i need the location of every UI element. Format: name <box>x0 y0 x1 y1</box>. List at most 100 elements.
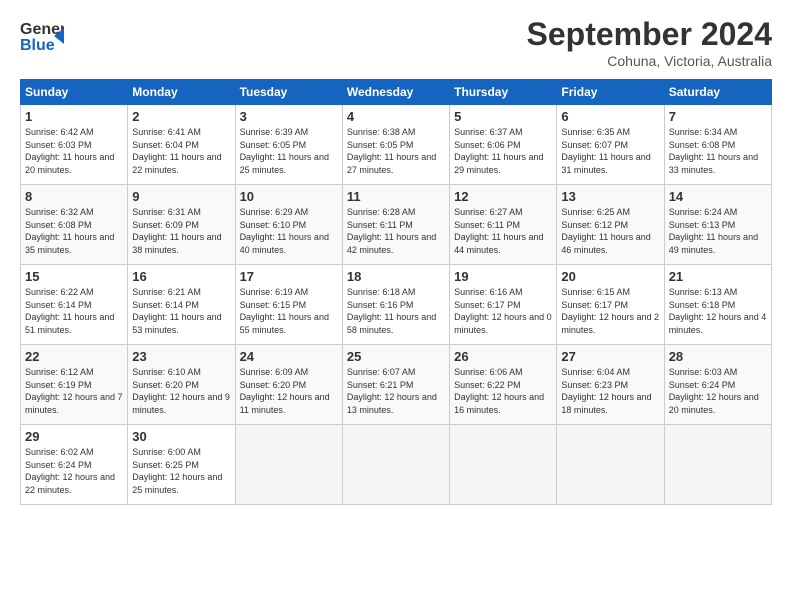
day-info: Sunrise: 6:39 AMSunset: 6:05 PMDaylight:… <box>240 126 338 176</box>
day-number: 27 <box>561 349 659 364</box>
day-info: Sunrise: 6:21 AMSunset: 6:14 PMDaylight:… <box>132 286 230 336</box>
calendar-cell: 9 Sunrise: 6:31 AMSunset: 6:09 PMDaylight… <box>128 185 235 265</box>
day-info: Sunrise: 6:37 AMSunset: 6:06 PMDaylight:… <box>454 126 552 176</box>
day-number: 11 <box>347 189 445 204</box>
day-info: Sunrise: 6:16 AMSunset: 6:17 PMDaylight:… <box>454 286 552 336</box>
day-number: 23 <box>132 349 230 364</box>
day-info: Sunrise: 6:07 AMSunset: 6:21 PMDaylight:… <box>347 366 445 416</box>
day-info: Sunrise: 6:35 AMSunset: 6:07 PMDaylight:… <box>561 126 659 176</box>
calendar-table: Sunday Monday Tuesday Wednesday Thursday… <box>20 79 772 505</box>
page: General Blue September 2024 Cohuna, Vict… <box>0 0 792 612</box>
col-tuesday: Tuesday <box>235 80 342 105</box>
day-number: 5 <box>454 109 552 124</box>
calendar-cell: 15Sunrise: 6:22 AMSunset: 6:14 PMDayligh… <box>21 265 128 345</box>
calendar-cell: 20 Sunrise: 6:15 AMSunset: 6:17 PMDayligh… <box>557 265 664 345</box>
calendar-cell: 17Sunrise: 6:19 AMSunset: 6:15 PMDayligh… <box>235 265 342 345</box>
day-number: 18 <box>347 269 445 284</box>
day-info: Sunrise: 6:31 AMSunset: 6:09 PMDaylight:… <box>132 206 230 256</box>
day-info: Sunrise: 6:25 AMSunset: 6:12 PMDaylight:… <box>561 206 659 256</box>
col-sunday: Sunday <box>21 80 128 105</box>
header: General Blue September 2024 Cohuna, Vict… <box>20 16 772 69</box>
calendar-cell <box>342 425 449 505</box>
day-number: 24 <box>240 349 338 364</box>
day-info: Sunrise: 6:41 AMSunset: 6:04 PMDaylight:… <box>132 126 230 176</box>
day-number: 7 <box>669 109 767 124</box>
calendar-cell: 29 Sunrise: 6:02 AMSunset: 6:24 PMDayligh… <box>21 425 128 505</box>
calendar-cell: 23 Sunrise: 6:10 AMSunset: 6:20 PMDayligh… <box>128 345 235 425</box>
col-monday: Monday <box>128 80 235 105</box>
calendar-cell: 12 Sunrise: 6:27 AMSunset: 6:11 PMDayligh… <box>450 185 557 265</box>
calendar-cell <box>664 425 771 505</box>
day-number: 25 <box>347 349 445 364</box>
day-number: 10 <box>240 189 338 204</box>
day-number: 22 <box>25 349 123 364</box>
calendar-cell: 4Sunrise: 6:38 AMSunset: 6:05 PMDaylight… <box>342 105 449 185</box>
day-number: 12 <box>454 189 552 204</box>
day-info: Sunrise: 6:09 AMSunset: 6:20 PMDaylight:… <box>240 366 338 416</box>
day-info: Sunrise: 6:15 AMSunset: 6:17 PMDaylight:… <box>561 286 659 336</box>
day-info: Sunrise: 6:24 AMSunset: 6:13 PMDaylight:… <box>669 206 767 256</box>
day-info: Sunrise: 6:34 AMSunset: 6:08 PMDaylight:… <box>669 126 767 176</box>
day-number: 14 <box>669 189 767 204</box>
calendar-cell: 13 Sunrise: 6:25 AMSunset: 6:12 PMDayligh… <box>557 185 664 265</box>
calendar-cell: 22 Sunrise: 6:12 AMSunset: 6:19 PMDayligh… <box>21 345 128 425</box>
day-number: 13 <box>561 189 659 204</box>
calendar-cell: 1 Sunrise: 6:42 AMSunset: 6:03 PMDaylight… <box>21 105 128 185</box>
week-row-2: 15Sunrise: 6:22 AMSunset: 6:14 PMDayligh… <box>21 265 772 345</box>
day-number: 29 <box>25 429 123 444</box>
calendar-cell: 3 Sunrise: 6:39 AMSunset: 6:05 PMDaylight… <box>235 105 342 185</box>
day-number: 20 <box>561 269 659 284</box>
col-friday: Friday <box>557 80 664 105</box>
calendar-cell: 7 Sunrise: 6:34 AMSunset: 6:08 PMDaylight… <box>664 105 771 185</box>
col-wednesday: Wednesday <box>342 80 449 105</box>
day-number: 19 <box>454 269 552 284</box>
calendar-cell: 28Sunrise: 6:03 AMSunset: 6:24 PMDayligh… <box>664 345 771 425</box>
day-number: 30 <box>132 429 230 444</box>
header-row: Sunday Monday Tuesday Wednesday Thursday… <box>21 80 772 105</box>
day-info: Sunrise: 6:29 AMSunset: 6:10 PMDaylight:… <box>240 206 338 256</box>
calendar-cell: 16 Sunrise: 6:21 AMSunset: 6:14 PMDayligh… <box>128 265 235 345</box>
day-info: Sunrise: 6:13 AMSunset: 6:18 PMDaylight:… <box>669 286 767 336</box>
day-info: Sunrise: 6:38 AMSunset: 6:05 PMDaylight:… <box>347 126 445 176</box>
calendar-cell: 24 Sunrise: 6:09 AMSunset: 6:20 PMDayligh… <box>235 345 342 425</box>
week-row-0: 1 Sunrise: 6:42 AMSunset: 6:03 PMDaylight… <box>21 105 772 185</box>
col-saturday: Saturday <box>664 80 771 105</box>
day-info: Sunrise: 6:19 AMSunset: 6:15 PMDaylight:… <box>240 286 338 336</box>
day-info: Sunrise: 6:00 AMSunset: 6:25 PMDaylight:… <box>132 446 230 496</box>
logo-icon: General Blue <box>20 16 64 54</box>
day-number: 26 <box>454 349 552 364</box>
calendar-cell: 2 Sunrise: 6:41 AMSunset: 6:04 PMDaylight… <box>128 105 235 185</box>
calendar-cell: 8Sunrise: 6:32 AMSunset: 6:08 PMDaylight… <box>21 185 128 265</box>
calendar-cell: 25 Sunrise: 6:07 AMSunset: 6:21 PMDayligh… <box>342 345 449 425</box>
day-info: Sunrise: 6:18 AMSunset: 6:16 PMDaylight:… <box>347 286 445 336</box>
day-number: 21 <box>669 269 767 284</box>
day-number: 2 <box>132 109 230 124</box>
day-number: 6 <box>561 109 659 124</box>
calendar-cell: 26 Sunrise: 6:06 AMSunset: 6:22 PMDayligh… <box>450 345 557 425</box>
calendar-cell: 14 Sunrise: 6:24 AMSunset: 6:13 PMDayligh… <box>664 185 771 265</box>
day-number: 1 <box>25 109 123 124</box>
calendar-cell <box>235 425 342 505</box>
day-info: Sunrise: 6:12 AMSunset: 6:19 PMDaylight:… <box>25 366 123 416</box>
day-number: 9 <box>132 189 230 204</box>
col-thursday: Thursday <box>450 80 557 105</box>
day-number: 16 <box>132 269 230 284</box>
svg-text:Blue: Blue <box>20 37 55 54</box>
calendar-cell: 19 Sunrise: 6:16 AMSunset: 6:17 PMDayligh… <box>450 265 557 345</box>
day-number: 8 <box>25 189 123 204</box>
week-row-4: 29 Sunrise: 6:02 AMSunset: 6:24 PMDayligh… <box>21 425 772 505</box>
day-info: Sunrise: 6:28 AMSunset: 6:11 PMDaylight:… <box>347 206 445 256</box>
week-row-3: 22 Sunrise: 6:12 AMSunset: 6:19 PMDayligh… <box>21 345 772 425</box>
calendar-cell: 11 Sunrise: 6:28 AMSunset: 6:11 PMDayligh… <box>342 185 449 265</box>
day-info: Sunrise: 6:02 AMSunset: 6:24 PMDaylight:… <box>25 446 123 496</box>
day-info: Sunrise: 6:42 AMSunset: 6:03 PMDaylight:… <box>25 126 123 176</box>
calendar-cell: 21 Sunrise: 6:13 AMSunset: 6:18 PMDayligh… <box>664 265 771 345</box>
calendar-cell <box>450 425 557 505</box>
week-row-1: 8Sunrise: 6:32 AMSunset: 6:08 PMDaylight… <box>21 185 772 265</box>
day-number: 28 <box>669 349 767 364</box>
day-info: Sunrise: 6:06 AMSunset: 6:22 PMDaylight:… <box>454 366 552 416</box>
day-info: Sunrise: 6:27 AMSunset: 6:11 PMDaylight:… <box>454 206 552 256</box>
day-info: Sunrise: 6:10 AMSunset: 6:20 PMDaylight:… <box>132 366 230 416</box>
month-title: September 2024 <box>527 16 772 53</box>
day-number: 3 <box>240 109 338 124</box>
